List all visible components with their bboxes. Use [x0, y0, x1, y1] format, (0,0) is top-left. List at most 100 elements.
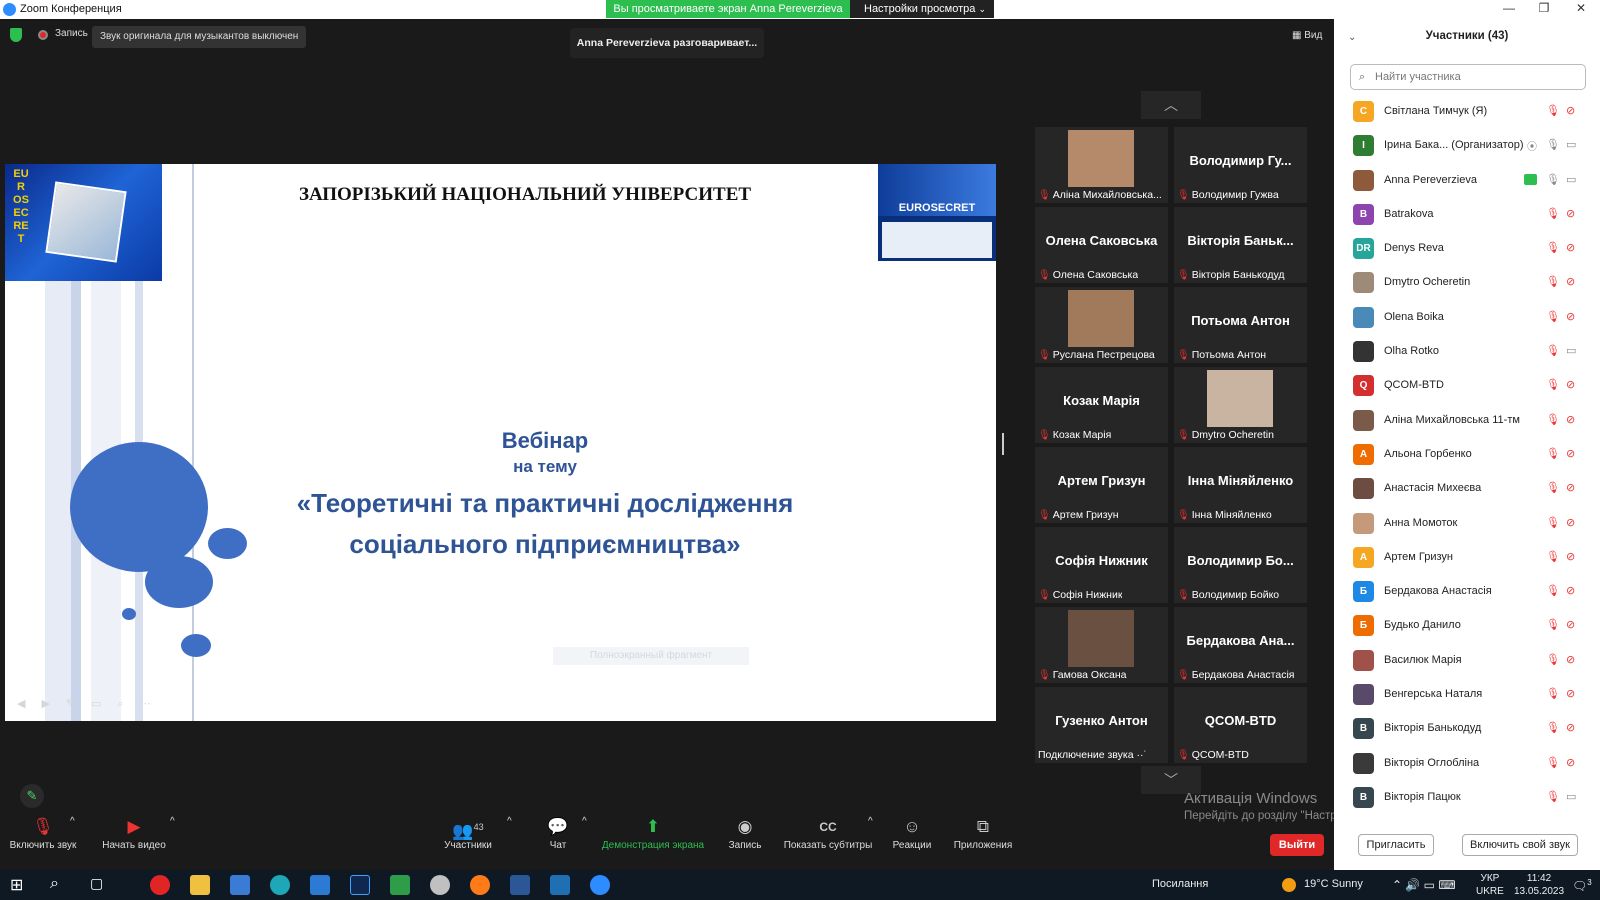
video-off-icon[interactable]: ⊘: [1566, 550, 1575, 563]
video-tile[interactable]: Володимир Гу... 🎙 Володимир Гужва: [1174, 127, 1307, 203]
participant-item[interactable]: Б Бердакова Анастасія 🎙 ⊘: [1334, 575, 1600, 609]
minimize-icon[interactable]: —: [1494, 1, 1524, 18]
participant-item[interactable]: Olha Rotko 🎙 ▭: [1334, 335, 1600, 369]
video-tile[interactable]: Козак Марія 🎙 Козак Марія: [1035, 367, 1168, 443]
video-tile[interactable]: Олена Саковська 🎙 Олена Саковська: [1035, 207, 1168, 283]
mic-muted-icon[interactable]: 🎙: [1546, 756, 1560, 769]
apps-button[interactable]: ⧉ Приложения: [952, 814, 1014, 851]
mic-muted-icon[interactable]: 🎙: [1546, 516, 1560, 529]
windows-start-icon[interactable]: ⊞: [10, 875, 30, 895]
video-tile[interactable]: Бердакова Ана... 🎙 Бердакова Анастасія: [1174, 607, 1307, 683]
mic-muted-icon[interactable]: 🎙: [1546, 310, 1560, 323]
photos-icon[interactable]: [550, 875, 570, 895]
zoom-taskbar-icon[interactable]: [590, 875, 610, 895]
video-options-caret[interactable]: ^: [170, 816, 175, 827]
mic-muted-icon[interactable]: 🎙: [1546, 618, 1560, 631]
video-off-icon[interactable]: ⊘: [1566, 618, 1575, 631]
chat-caret[interactable]: ^: [582, 816, 587, 827]
participant-item[interactable]: Q QCOM-BTD 🎙 ⊘: [1334, 369, 1600, 403]
participant-item[interactable]: DR Denys Reva 🎙 ⊘: [1334, 232, 1600, 266]
video-off-icon[interactable]: ⊘: [1566, 413, 1575, 426]
video-icon[interactable]: ▭: [1566, 344, 1576, 357]
video-off-icon[interactable]: ⊘: [1566, 721, 1575, 734]
splitter-handle[interactable]: [1002, 433, 1004, 455]
video-tile[interactable]: Інна Міняйленко 🎙 Інна Міняйленко: [1174, 447, 1307, 523]
video-off-icon[interactable]: ⊘: [1566, 756, 1575, 769]
file-explorer-icon[interactable]: [190, 875, 210, 895]
video-off-icon[interactable]: ⊘: [1566, 378, 1575, 391]
mic-icon[interactable]: 🎙: [1546, 173, 1560, 186]
participant-item[interactable]: Венгерська Наталя 🎙 ⊘: [1334, 678, 1600, 712]
video-tile[interactable]: Артем Гризун 🎙 Артем Гризун: [1035, 447, 1168, 523]
video-tile[interactable]: 🎙 Гамова Оксана: [1035, 607, 1168, 683]
video-off-icon[interactable]: ⊘: [1566, 481, 1575, 494]
invite-button[interactable]: Пригласить: [1358, 834, 1434, 856]
edge-icon[interactable]: [270, 875, 290, 895]
app-icon[interactable]: [430, 875, 450, 895]
opera-icon[interactable]: [150, 875, 170, 895]
mic-muted-icon[interactable]: 🎙: [1546, 241, 1560, 254]
mic-muted-icon[interactable]: 🎙: [1546, 721, 1560, 734]
word-icon[interactable]: [510, 875, 530, 895]
video-off-icon[interactable]: ⊘: [1566, 516, 1575, 529]
participants-caret[interactable]: ^: [507, 816, 512, 827]
video-tile[interactable]: 🎙 Аліна Михайловська...: [1035, 127, 1168, 203]
clock[interactable]: 11:42 13.05.2023: [1514, 872, 1564, 898]
slide-controls[interactable]: ◀▶✎▭⌕⋯: [17, 697, 167, 711]
security-shield-icon[interactable]: [10, 28, 22, 42]
video-tile[interactable]: Вікторія Баньк... 🎙 Вікторія Банькодуд: [1174, 207, 1307, 283]
notification-icon[interactable]: 🗨3: [1572, 878, 1592, 893]
coreldraw-icon[interactable]: [390, 875, 410, 895]
video-off-icon[interactable]: ⊘: [1566, 241, 1575, 254]
weather-text[interactable]: 19°C Sunny: [1304, 878, 1363, 890]
video-off-icon[interactable]: ⊘: [1566, 275, 1575, 288]
captions-caret[interactable]: ^: [868, 816, 873, 827]
audio-options-caret[interactable]: ^: [70, 816, 75, 827]
view-settings-button[interactable]: Настройки просмотра ⌄: [850, 0, 994, 18]
participant-item[interactable]: В Вікторія Банькодуд 🎙 ⊘: [1334, 712, 1600, 746]
mic-muted-icon[interactable]: 🎙: [1546, 584, 1560, 597]
task-view-icon[interactable]: ▢: [90, 875, 110, 895]
mic-muted-icon[interactable]: 🎙: [1546, 687, 1560, 700]
mail-icon[interactable]: [310, 875, 330, 895]
video-tile[interactable]: Потьома Антон 🎙 Потьома Антон: [1174, 287, 1307, 363]
gallery-scroll-up-button[interactable]: ︿: [1141, 91, 1201, 119]
mic-muted-icon[interactable]: 🎙: [1546, 653, 1560, 666]
video-off-icon[interactable]: ⊘: [1566, 447, 1575, 460]
participant-item[interactable]: А Артем Гризун 🎙 ⊘: [1334, 541, 1600, 575]
participant-item[interactable]: І Ірина Бака... (Организатор) ⦿ 🎙 ▭: [1334, 129, 1600, 163]
mic-muted-icon[interactable]: 🎙: [1546, 344, 1560, 357]
mic-muted-icon[interactable]: 🎙: [1546, 413, 1560, 426]
mic-muted-icon[interactable]: 🎙: [1546, 207, 1560, 220]
video-off-icon[interactable]: ⊘: [1566, 687, 1575, 700]
video-off-icon[interactable]: ⊘: [1566, 310, 1575, 323]
mic-muted-icon[interactable]: 🎙: [1546, 550, 1560, 563]
record-button[interactable]: ◉ Запись: [725, 814, 765, 851]
participant-item[interactable]: Б Будько Данило 🎙 ⊘: [1334, 609, 1600, 643]
unmute-self-button[interactable]: Включить свой звук: [1462, 834, 1578, 856]
video-tile[interactable]: Гузенко Антон Подключение звука ··˙: [1035, 687, 1168, 763]
photoshop-icon[interactable]: [350, 875, 370, 895]
participant-item[interactable]: Olena Boika 🎙 ⊘: [1334, 301, 1600, 335]
chat-button[interactable]: 💬 Чат: [540, 814, 576, 851]
news-link[interactable]: Посилання: [1152, 878, 1208, 890]
tray-icons[interactable]: ⌃ 🔊 ▭ ⌨: [1392, 878, 1456, 892]
video-icon[interactable]: ▭: [1566, 790, 1576, 803]
participant-item[interactable]: Anna Pereverzieva 🎙 ▭: [1334, 164, 1600, 198]
mic-muted-icon[interactable]: 🎙: [1546, 104, 1560, 117]
restore-icon[interactable]: ❐: [1529, 1, 1559, 18]
participant-item[interactable]: Dmytro Ocheretin 🎙 ⊘: [1334, 266, 1600, 300]
mic-icon[interactable]: 🎙: [1546, 138, 1560, 151]
firefox-icon[interactable]: [470, 875, 490, 895]
participant-item[interactable]: Анастасія Михеєва 🎙 ⊘: [1334, 472, 1600, 506]
video-off-icon[interactable]: ⊘: [1566, 104, 1575, 117]
video-off-icon[interactable]: ⊘: [1566, 584, 1575, 597]
video-tile[interactable]: 🎙 Руслана Пестрецова: [1035, 287, 1168, 363]
reactions-button[interactable]: ☺ Реакции: [890, 814, 934, 851]
search-icon[interactable]: ⌕: [50, 875, 70, 895]
video-tile[interactable]: Софія Нижник 🎙 Софія Нижник: [1035, 527, 1168, 603]
video-icon[interactable]: ▭: [1566, 173, 1576, 186]
participant-item[interactable]: Вікторія Оглобліна 🎙 ⊘: [1334, 747, 1600, 781]
video-tile[interactable]: Володимир Бо... 🎙 Володимир Бойко: [1174, 527, 1307, 603]
captions-button[interactable]: CC Показать субтитры: [782, 814, 874, 851]
